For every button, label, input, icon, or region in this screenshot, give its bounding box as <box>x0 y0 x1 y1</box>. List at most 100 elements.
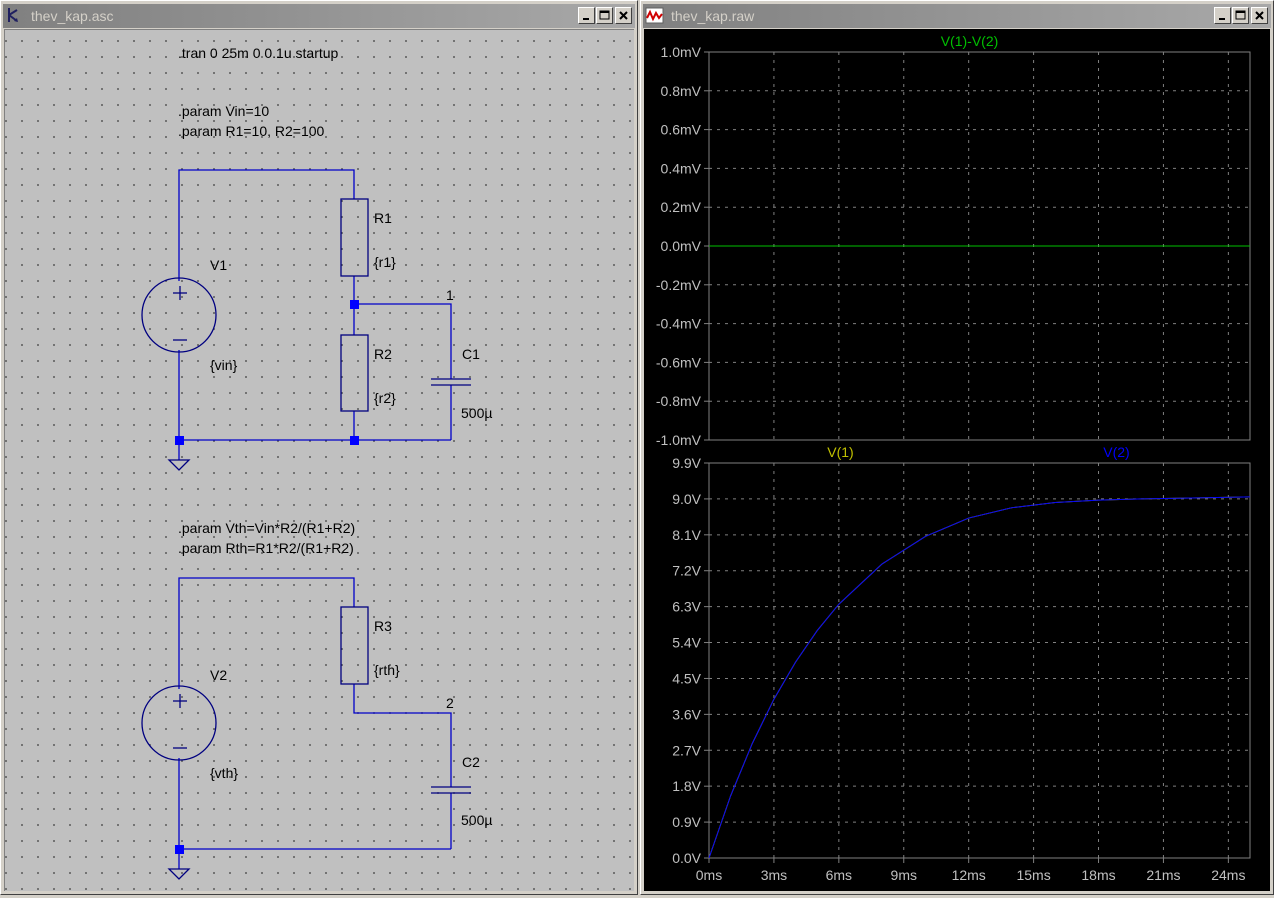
param-directive-r[interactable]: .param R1=10, R2=100 <box>178 123 325 139</box>
ground-icon <box>167 868 191 880</box>
pane-voltage-frame <box>708 462 1251 859</box>
y-tick-label: 6.3V <box>672 599 701 615</box>
y-tick-label: 0.9V <box>672 814 701 830</box>
schematic-title: thev_kap.asc <box>31 8 114 24</box>
resistor-r2[interactable]: R2 {r2} <box>340 334 396 412</box>
junction-dot <box>175 436 184 445</box>
r3-symbol <box>340 606 369 685</box>
r3-name: R3 <box>374 618 392 634</box>
voltage-source-v1[interactable]: V1 {vin} <box>141 257 238 373</box>
y-tick-label: -0.2mV <box>656 277 702 293</box>
net-label-2[interactable]: 2 <box>446 695 454 711</box>
junction-dot <box>350 300 359 309</box>
y-tick-label: 5.4V <box>672 635 701 651</box>
v1-value: {vin} <box>210 357 238 373</box>
minimize-icon <box>583 18 589 20</box>
junction-dot <box>175 845 184 854</box>
v1-name: V1 <box>210 257 227 273</box>
y-tick-label: 8.1V <box>672 527 701 543</box>
minimize-button[interactable] <box>1214 7 1231 24</box>
r2-value: {r2} <box>374 390 396 406</box>
tran-directive[interactable]: .tran 0 25m 0 0.1u startup <box>178 45 339 61</box>
y-tick-label: 4.5V <box>672 670 701 686</box>
trace-label-v1: V(1) <box>827 444 853 460</box>
x-tick-label: 3ms <box>761 867 787 883</box>
minimize-button[interactable] <box>578 7 595 24</box>
v2-symbol <box>141 685 217 761</box>
c2-value: 500µ <box>461 812 492 828</box>
param-directive-vth[interactable]: .param Vth=Vin*R2/(R1+R2) <box>178 520 355 536</box>
maximize-icon <box>599 10 610 20</box>
waveform-window: thev_kap.raw 1.0mV 0.8mV 0.6mV 0.4mV 0.2mV 0.… <box>640 0 1274 895</box>
trace-label-v2: V(2) <box>1103 444 1129 460</box>
pane-diff[interactable]: 1.0mV 0.8mV 0.6mV 0.4mV 0.2mV 0.0mV -0.2mV -0.4… <box>656 33 1251 448</box>
r1-name: R1 <box>374 210 392 226</box>
maximize-button[interactable] <box>596 7 613 24</box>
r2-name: R2 <box>374 346 392 362</box>
y-tick-label: -0.8mV <box>656 393 702 409</box>
close-button[interactable] <box>1251 7 1268 24</box>
resistor-r3[interactable]: R3 {rth} <box>340 606 400 685</box>
y-tick-label: 9.9V <box>672 455 701 471</box>
c2-name: C2 <box>462 754 480 770</box>
close-icon <box>1255 11 1264 20</box>
y-tick-label: 0.4mV <box>661 160 702 176</box>
junction-dot <box>350 436 359 445</box>
y-tick-label: 7.2V <box>672 563 701 579</box>
net-label-1[interactable]: 1 <box>446 287 454 303</box>
y-tick-label: 3.6V <box>672 706 701 722</box>
schematic-canvas[interactable]: .tran 0 25m 0 0.1u startup .param Vin=10… <box>4 29 634 891</box>
x-tick-label: 12ms <box>952 867 986 883</box>
ground-icon <box>167 459 191 471</box>
waveform-charts: 1.0mV 0.8mV 0.6mV 0.4mV 0.2mV 0.0mV -0.2mV -0.4… <box>656 33 1251 883</box>
v2-value: {vth} <box>210 765 238 781</box>
y-tick-label: 0.2mV <box>661 199 702 215</box>
param-directive-rth[interactable]: .param Rth=R1*R2/(R1+R2) <box>178 540 354 556</box>
minimize-icon <box>1219 18 1225 20</box>
x-tick-label: 6ms <box>826 867 852 883</box>
y-tick-label: 0.6mV <box>661 122 702 138</box>
schematic-titlebar[interactable]: thev_kap.asc <box>3 4 635 28</box>
pane-node-voltages[interactable]: 9.9V 9.0V 8.1V 7.2V 6.3V 5.4V 4.5V 3.6V 2.7V 1.8V… <box>672 444 1251 883</box>
trace-v2 <box>708 496 1251 859</box>
x-tick-label: 9ms <box>891 867 917 883</box>
schematic-app-icon <box>5 6 25 29</box>
circuit2-wires <box>178 577 452 869</box>
x-tick-label: 18ms <box>1081 867 1115 883</box>
trace-label-diff: V(1)-V(2) <box>941 33 999 49</box>
c1-name: C1 <box>462 346 480 362</box>
r2-symbol <box>340 334 369 412</box>
capacitor-c1[interactable]: C1 500µ <box>431 346 492 421</box>
y-tick-label: 9.0V <box>672 491 701 507</box>
c1-value: 500µ <box>461 405 492 421</box>
y-tick-label: 1.8V <box>672 778 701 794</box>
voltage-source-v2[interactable]: V2 {vth} <box>141 667 238 781</box>
y-tick-label: -0.4mV <box>656 316 702 332</box>
close-button[interactable] <box>615 7 632 24</box>
capacitor-c2[interactable]: C2 500µ <box>431 754 492 828</box>
x-tick-label: 24ms <box>1211 867 1245 883</box>
y-tick-label: 2.7V <box>672 742 701 758</box>
param-directive-vin[interactable]: .param Vin=10 <box>178 103 269 119</box>
y-tick-label: -0.6mV <box>656 354 702 370</box>
x-tick-label: 21ms <box>1146 867 1180 883</box>
y-tick-label: 1.0mV <box>661 44 702 60</box>
r1-symbol <box>340 198 369 277</box>
resistor-r1[interactable]: R1 {r1} <box>340 198 396 277</box>
schematic-drawing: .tran 0 25m 0 0.1u startup .param Vin=10… <box>141 45 492 880</box>
r3-value: {rth} <box>374 662 400 678</box>
x-tick-label: 0ms <box>696 867 722 883</box>
v2-name: V2 <box>210 667 227 683</box>
waveform-titlebar[interactable]: thev_kap.raw <box>643 4 1271 28</box>
waveform-title: thev_kap.raw <box>671 8 755 24</box>
close-icon <box>619 11 628 20</box>
trace-v1 <box>708 496 1251 859</box>
waveform-app-icon <box>645 6 665 29</box>
y-tick-label: -1.0mV <box>656 432 702 448</box>
y-tick-label: 0.0V <box>672 850 701 866</box>
waveform-plot-area[interactable]: 1.0mV 0.8mV 0.6mV 0.4mV 0.2mV 0.0mV -0.2mV -0.4… <box>644 29 1270 891</box>
maximize-button[interactable] <box>1232 7 1249 24</box>
y-tick-label: 0.0mV <box>661 238 702 254</box>
maximize-icon <box>1235 10 1246 20</box>
schematic-window: thev_kap.asc .tran 0 25m 0 0.1u startup … <box>0 0 638 895</box>
